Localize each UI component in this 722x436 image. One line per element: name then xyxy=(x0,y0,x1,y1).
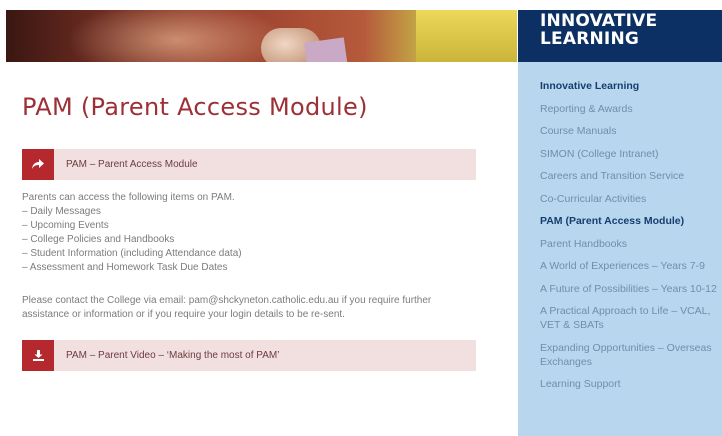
sidebar-item-overseas-exchanges[interactable]: Expanding Opportunities – Overseas Excha… xyxy=(540,341,720,369)
sidebar-item-innovative-learning[interactable]: Innovative Learning xyxy=(540,79,720,93)
page-title: PAM (Parent Access Module) xyxy=(22,93,368,121)
pam-video-link-label[interactable]: PAM – Parent Video – ‘Making the most of… xyxy=(66,350,279,361)
list-item: – College Policies and Handbooks xyxy=(22,234,175,245)
sidebar-item-reporting-awards[interactable]: Reporting & Awards xyxy=(540,102,720,116)
sidebar-item-years-7-9[interactable]: A World of Experiences – Years 7-9 xyxy=(540,259,720,273)
share-arrow-icon xyxy=(22,149,54,180)
contact-line: Please contact the College via email: pa… xyxy=(22,295,432,306)
header-banner-image xyxy=(6,10,517,62)
sidebar-item-co-curricular[interactable]: Co-Curricular Activities xyxy=(540,192,720,206)
sidebar-item-years-10-12[interactable]: A Future of Possibilities – Years 10-12 xyxy=(540,282,720,296)
sidebar-item-parent-handbooks[interactable]: Parent Handbooks xyxy=(540,237,720,251)
list-item: – Daily Messages xyxy=(22,206,101,217)
sidebar: Innovative Learning Reporting & Awards C… xyxy=(518,62,722,436)
sidebar-item-learning-support[interactable]: Learning Support xyxy=(540,377,720,391)
pam-description: Parents can access the following items o… xyxy=(22,191,242,275)
pam-link-bar[interactable]: PAM – Parent Access Module xyxy=(22,149,476,180)
sidebar-item-simon[interactable]: SIMON (College Intranet) xyxy=(540,147,720,161)
sidebar-heading: INNOVATIVE LEARNING xyxy=(518,10,722,62)
contact-text: Please contact the College via email: pa… xyxy=(22,294,431,322)
download-icon xyxy=(22,340,54,371)
sidebar-item-course-manuals[interactable]: Course Manuals xyxy=(540,124,720,138)
sidebar-heading-line2: LEARNING xyxy=(540,29,640,49)
sidebar-nav: Innovative Learning Reporting & Awards C… xyxy=(540,79,720,400)
sidebar-item-careers[interactable]: Careers and Transition Service xyxy=(540,169,720,183)
list-item: – Upcoming Events xyxy=(22,220,109,231)
list-item: – Student Information (including Attenda… xyxy=(22,248,242,259)
pam-link-label[interactable]: PAM – Parent Access Module xyxy=(66,159,198,170)
contact-line: assistance or information or if you requ… xyxy=(22,309,345,320)
sidebar-item-pam[interactable]: PAM (Parent Access Module) xyxy=(540,214,720,228)
list-item: – Assessment and Homework Task Due Dates xyxy=(22,262,228,273)
intro-text: Parents can access the following items o… xyxy=(22,192,235,203)
sidebar-heading-line1: INNOVATIVE xyxy=(540,11,658,31)
sidebar-item-vcal-vet[interactable]: A Practical Approach to Life – VCAL, VET… xyxy=(540,304,720,332)
pam-video-link-bar[interactable]: PAM – Parent Video – ‘Making the most of… xyxy=(22,340,476,371)
